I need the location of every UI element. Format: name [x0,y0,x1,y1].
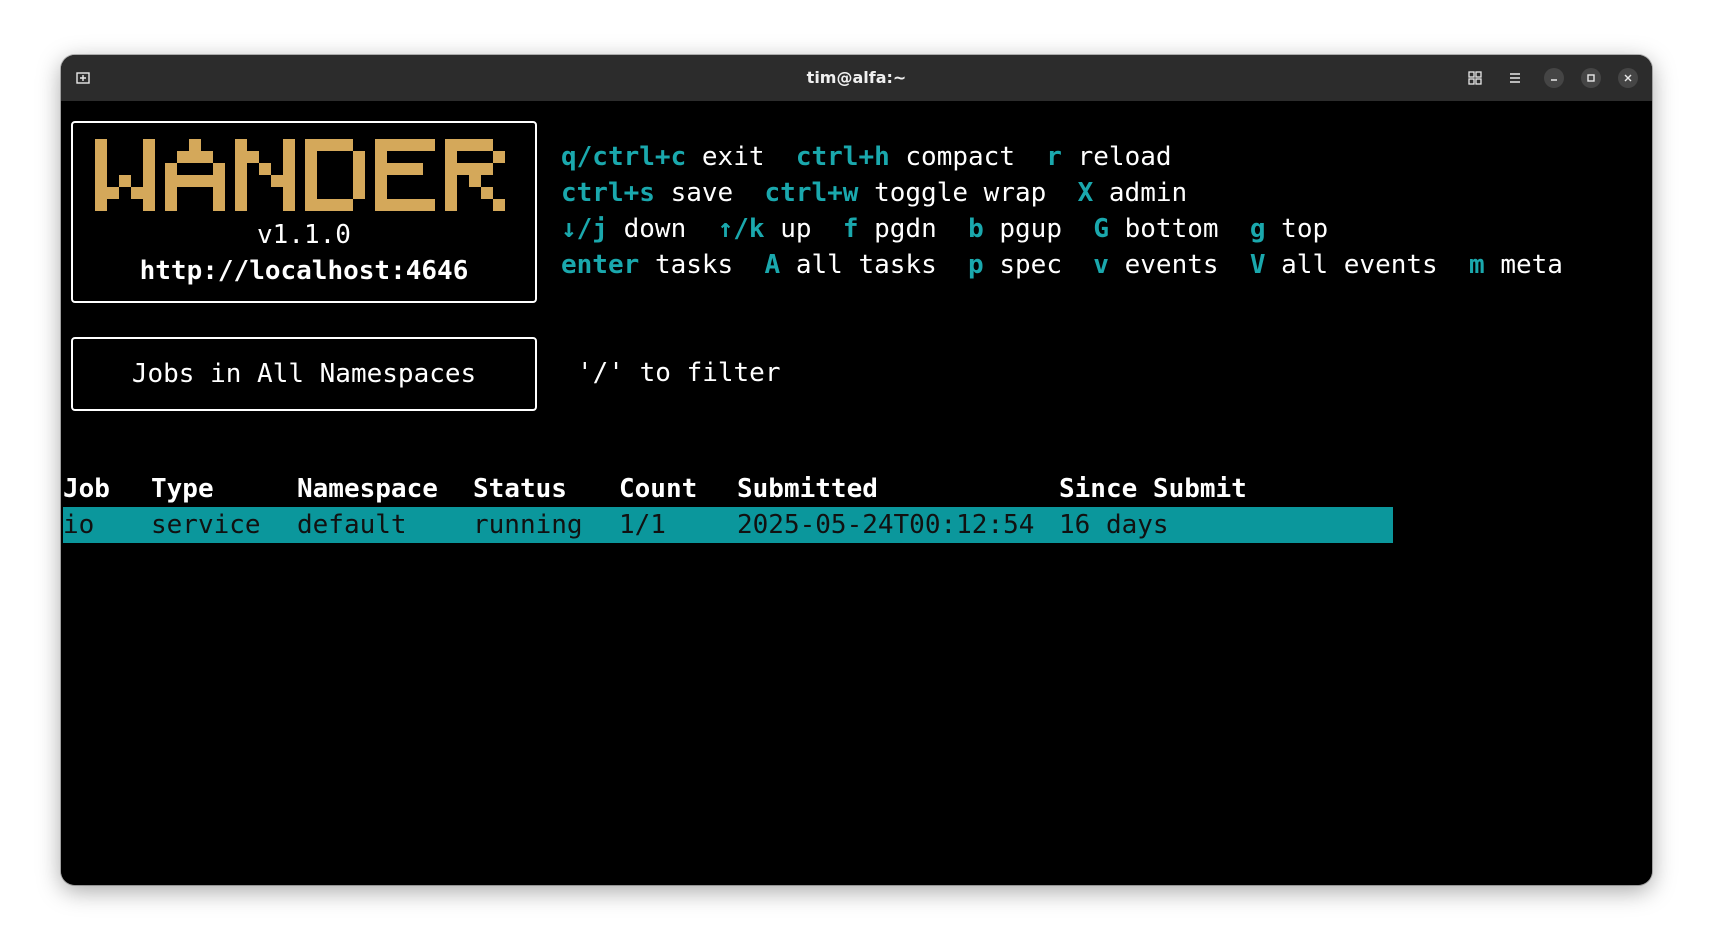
help-description: spec [999,250,1062,280]
table-cell: default [297,510,407,540]
help-line: enter tasks A all tasks p spec v events … [561,247,1563,283]
table-row[interactable]: io service default running 1/1 2025-05-24T00:… [63,507,1393,543]
help-key: X [1077,178,1094,208]
table-cell: 2025-05-24T00:12:54 [737,510,1035,540]
column-header[interactable]: Job [63,471,110,507]
terminal-content[interactable]: v1.1.0 http://localhost:4646 q/ctrl+c ex… [61,101,1652,885]
help-key: q/ctrl+c [561,142,687,172]
minimize-icon[interactable] [1544,68,1564,88]
hamburger-menu-icon[interactable] [1505,55,1525,101]
help-description: tasks [654,250,734,280]
column-header[interactable]: Type [151,471,214,507]
grid-view-icon[interactable] [1465,55,1485,101]
logo-panel: v1.1.0 http://localhost:4646 [71,121,537,303]
wander-logo [95,139,505,211]
help-description: bottom [1124,214,1219,244]
help-description: meta [1500,250,1563,280]
help-key: p [968,250,984,280]
help-key: V [1249,250,1266,280]
jobs-table: Job Type Namespace Status Count Submitted Sinc… [63,471,1393,543]
column-header[interactable]: Status [473,471,567,507]
help-description: all tasks [795,250,937,280]
table-cell: running [473,510,583,540]
help-description: save [670,178,734,208]
help-description: down [623,214,687,244]
help-line: q/ctrl+c exit ctrl+h compact r reload [561,139,1563,175]
nomad-url: http://localhost:4646 [139,256,469,286]
titlebar: tim@alfa:~ [61,55,1652,101]
column-header[interactable]: Since Submit [1059,471,1247,507]
jobs-panel: Jobs in All Namespaces [71,337,537,411]
help-key: v [1093,250,1109,280]
help-key: ↑/k [717,214,765,244]
help-description: admin [1108,178,1188,208]
help-description: reload [1077,142,1172,172]
column-header[interactable]: Count [619,471,697,507]
version-label: v1.1.0 [257,220,351,250]
help-description: all events [1281,250,1438,280]
column-header[interactable]: Namespace [297,471,438,507]
window-title: tim@alfa:~ [806,68,907,87]
help-key: g [1249,214,1266,244]
table-cell: 16 days [1059,510,1169,540]
help-line: ctrl+s save ctrl+w toggle wrap X admin [561,175,1563,211]
help-key: A [764,250,781,280]
table-header: Job Type Namespace Status Count Submitted Sinc… [63,471,1393,507]
help-description: events [1124,250,1219,280]
table-cell: service [151,510,261,540]
help-key: ctrl+s [561,178,655,208]
help-description: pgup [999,214,1062,244]
filter-hint: '/' to filter [577,358,781,388]
close-icon[interactable] [1618,68,1638,88]
help-key: enter [561,250,640,280]
help-description: compact [905,142,1015,172]
help-description: toggle wrap [874,178,1047,208]
help-description: exit [701,142,765,172]
help-key: G [1093,214,1109,244]
help-key: ctrl+h [795,142,890,172]
help-key: m [1469,250,1485,280]
help-description: pgdn [874,214,937,244]
help-key: ctrl+w [764,178,859,208]
keybinding-help: q/ctrl+c exit ctrl+h compact r reload ctr… [561,139,1563,283]
help-key: r [1046,142,1062,172]
help-key: ↓/j [561,214,608,244]
terminal-window: tim@alfa:~ v1.1.0 http://localhost:4646 … [61,55,1652,885]
help-key: f [842,214,859,244]
help-description: top [1281,214,1329,244]
help-key: b [968,214,984,244]
help-line: ↓/j down ↑/k up f pgdn b pgup G bottom g… [561,211,1563,247]
maximize-icon[interactable] [1581,68,1601,88]
table-cell: io [63,510,95,540]
column-header[interactable]: Submitted [737,471,878,507]
help-description: up [780,214,812,244]
jobs-panel-title: Jobs in All Namespaces [131,359,477,389]
table-cell: 1/1 [619,510,666,540]
